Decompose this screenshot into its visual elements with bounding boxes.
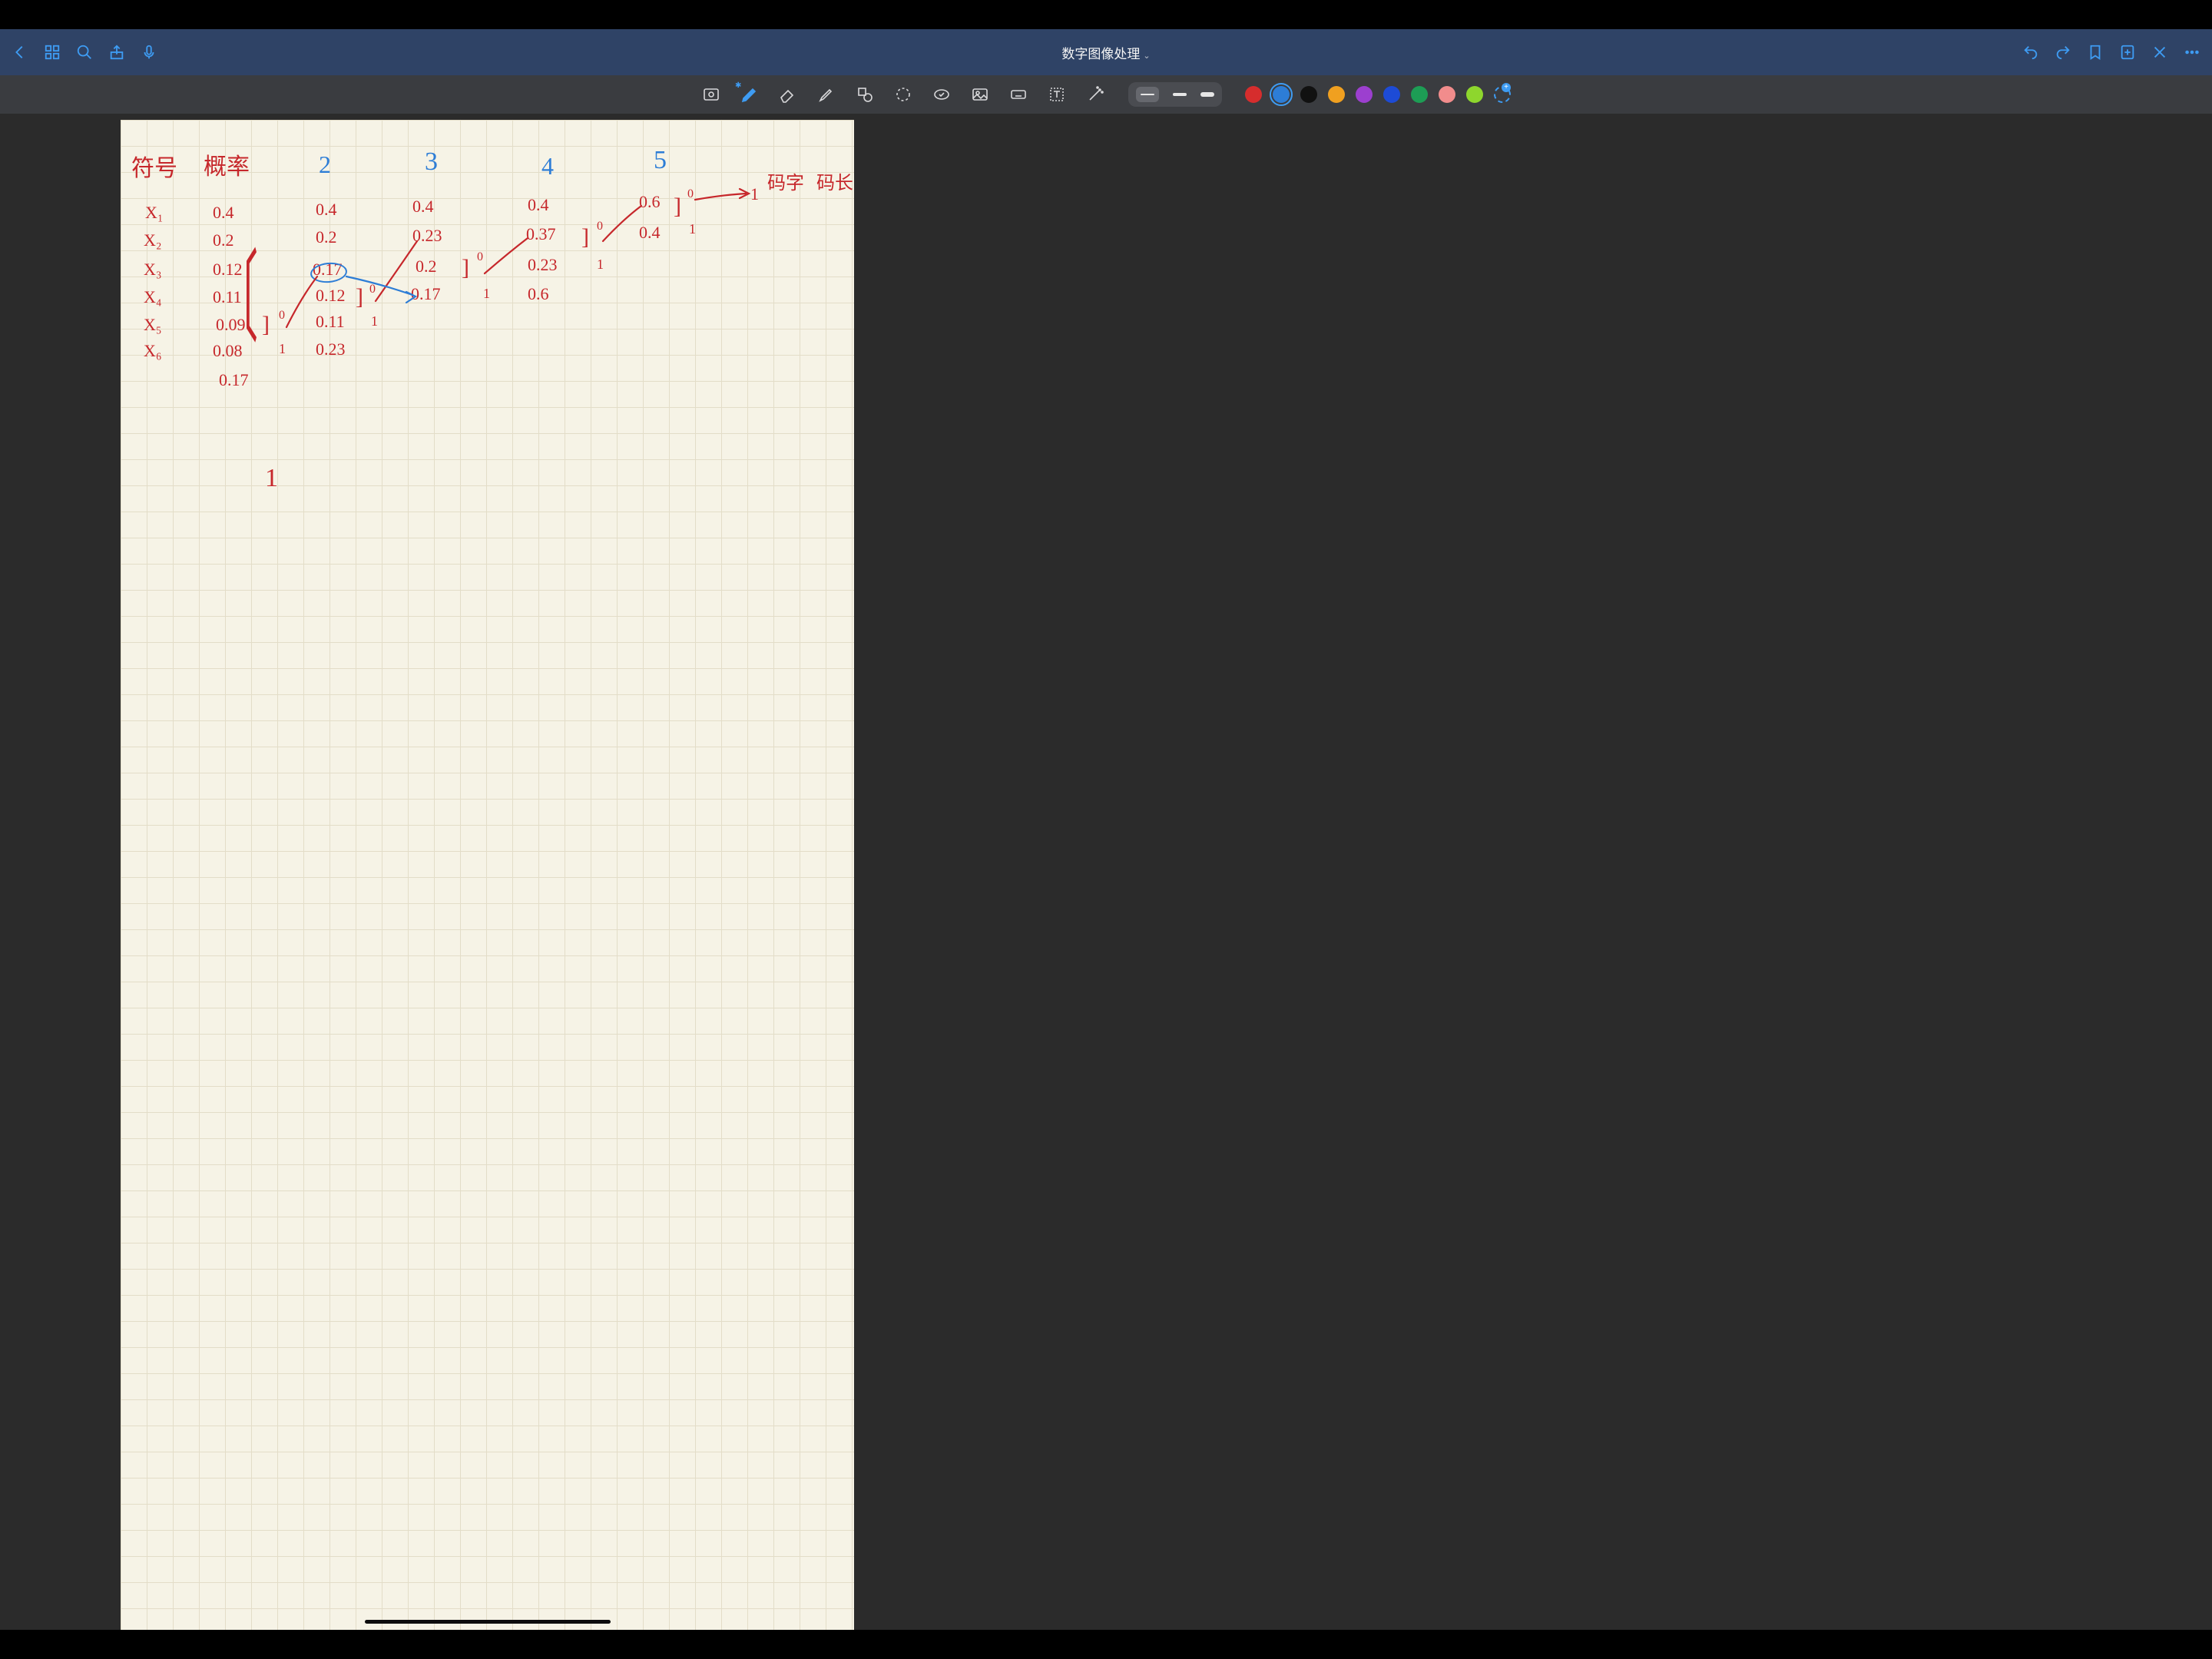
stroke-width-group bbox=[1128, 82, 1222, 107]
back-button[interactable] bbox=[5, 37, 35, 68]
color-black[interactable] bbox=[1300, 86, 1317, 103]
stroke-thin-button[interactable] bbox=[1136, 87, 1159, 102]
undo-button[interactable] bbox=[2015, 37, 2046, 68]
grid-view-button[interactable] bbox=[37, 37, 68, 68]
chevron-down-icon: ⌄ bbox=[1143, 51, 1150, 61]
lasso-tool-icon[interactable] bbox=[893, 84, 913, 104]
share-button[interactable] bbox=[101, 37, 132, 68]
document-title[interactable]: 数字图像处理⌄ bbox=[1061, 43, 1150, 62]
close-button[interactable] bbox=[2144, 37, 2175, 68]
color-red[interactable] bbox=[1245, 86, 1262, 103]
pen-tool-icon[interactable] bbox=[740, 84, 760, 104]
color-pink[interactable] bbox=[1439, 86, 1455, 103]
color-lime[interactable] bbox=[1466, 86, 1483, 103]
search-button[interactable] bbox=[69, 37, 100, 68]
eraser-tool-icon[interactable] bbox=[778, 84, 798, 104]
highlighter-tool-icon[interactable] bbox=[816, 84, 836, 104]
color-add-button[interactable] bbox=[1494, 86, 1511, 103]
sticker-tool-icon[interactable] bbox=[932, 84, 952, 104]
color-darkblue[interactable] bbox=[1383, 86, 1400, 103]
stroke-medium-button[interactable] bbox=[1173, 93, 1187, 96]
home-indicator[interactable] bbox=[365, 1620, 611, 1624]
hw-arrows bbox=[121, 120, 854, 442]
note-page[interactable]: 符号 概率 2 3 4 5 码字 码长 X₁ X₂ X₃ X₄ X₅ X₆ 0.… bbox=[121, 120, 854, 1630]
toolbar bbox=[0, 75, 2212, 114]
stroke-thick-button[interactable] bbox=[1200, 92, 1214, 97]
image-tool-icon[interactable] bbox=[970, 84, 990, 104]
more-button[interactable] bbox=[2177, 37, 2207, 68]
color-orange[interactable] bbox=[1328, 86, 1345, 103]
text-tool-icon[interactable] bbox=[1047, 84, 1067, 104]
app-header: 数字图像处理⌄ bbox=[0, 29, 2212, 75]
color-blue[interactable] bbox=[1273, 86, 1290, 103]
keyboard-tool-icon[interactable] bbox=[1008, 84, 1028, 104]
color-purple[interactable] bbox=[1356, 86, 1373, 103]
hw-output-1: 1 bbox=[750, 184, 759, 204]
redo-button[interactable] bbox=[2048, 37, 2078, 68]
hw-lone-mark: 1 bbox=[265, 464, 278, 493]
shape-tool-icon[interactable] bbox=[855, 84, 875, 104]
status-bar: 10:33 6月9日周日 80% bbox=[0, 0, 2212, 29]
color-swatch-group bbox=[1245, 86, 1511, 103]
canvas-area[interactable]: 符号 概率 2 3 4 5 码字 码长 X₁ X₂ X₃ X₄ X₅ X₆ 0.… bbox=[0, 114, 2212, 1630]
zoom-tool-icon[interactable] bbox=[701, 84, 721, 104]
wand-tool-icon[interactable] bbox=[1085, 84, 1105, 104]
color-green[interactable] bbox=[1411, 86, 1428, 103]
bookmark-button[interactable] bbox=[2080, 37, 2111, 68]
new-page-button[interactable] bbox=[2112, 37, 2143, 68]
mic-button[interactable] bbox=[134, 37, 164, 68]
